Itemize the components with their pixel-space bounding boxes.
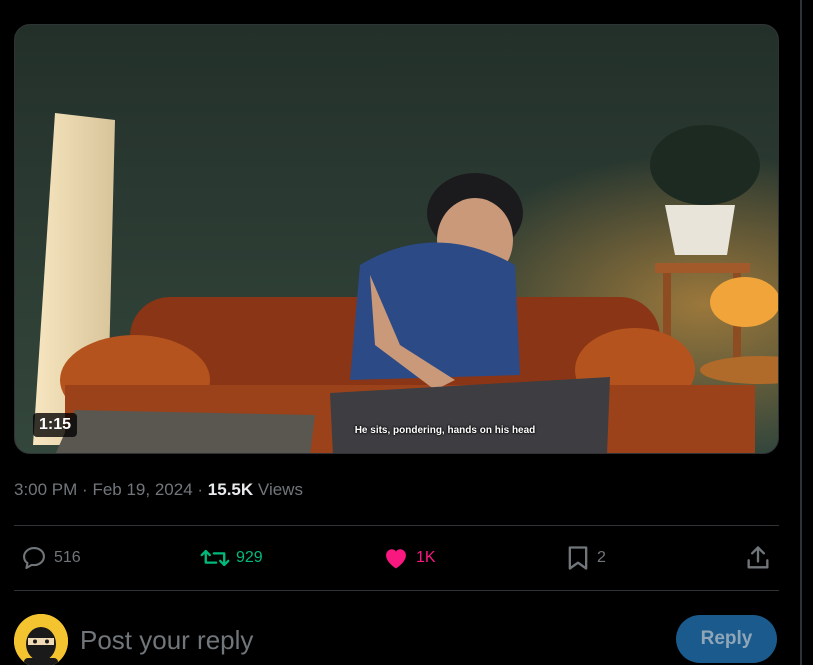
repost-icon [200,549,230,567]
post-date[interactable]: Feb 19, 2024 [92,480,192,499]
meta-separator: · [197,480,204,499]
column-border [800,0,802,665]
views-count: 15.5K [207,480,254,499]
divider [14,525,779,526]
share-button[interactable] [744,542,772,574]
video-player[interactable]: 1:15 He sits, pondering, hands on his he… [14,24,779,454]
post-meta: 3:00 PM · Feb 19, 2024 · 15.5K Views [14,480,303,500]
views-label: Views [257,480,303,499]
bookmark-button[interactable]: 2 [565,542,606,574]
reply-button[interactable]: 516 [20,542,81,574]
video-caption: He sits, pondering, hands on his head [15,425,778,436]
divider [14,590,779,591]
reply-input[interactable] [80,622,640,658]
reply-icon [23,547,45,569]
reply-submit-button[interactable]: Reply [676,615,777,663]
share-icon [747,546,769,569]
like-count: 1K [416,549,436,566]
repost-button[interactable]: 929 [200,542,263,574]
video-frame [15,25,778,453]
post-time[interactable]: 3:00 PM [14,480,77,499]
ninja-avatar-icon [14,614,68,665]
bookmark-count: 2 [597,549,606,566]
like-button[interactable]: 1K [382,542,436,574]
avatar[interactable] [14,614,68,665]
repost-count: 929 [236,549,263,566]
reply-count: 516 [54,549,81,566]
bookmark-icon [568,546,588,570]
video-caption-text: He sits, pondering, hands on his head [354,425,536,436]
like-icon [386,549,406,569]
meta-separator: · [82,480,88,499]
